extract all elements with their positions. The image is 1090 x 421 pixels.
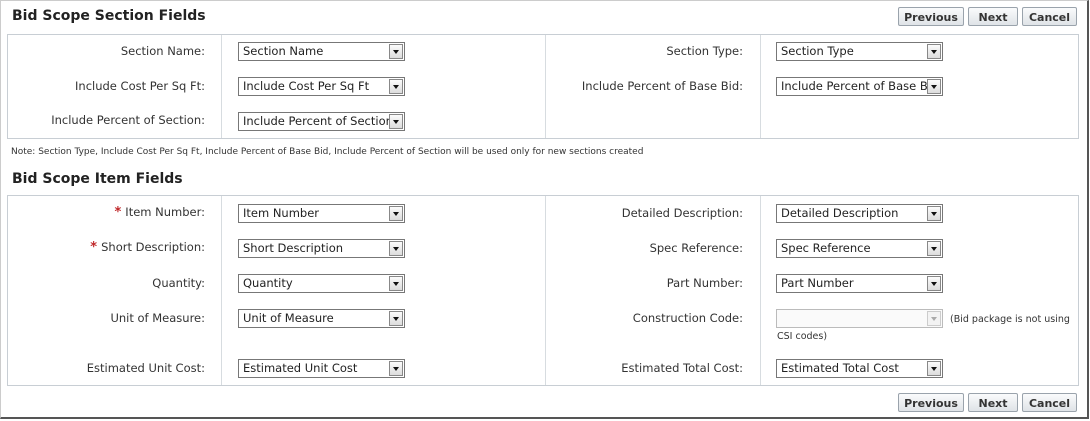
- section-name-select[interactable]: Section Name: [238, 42, 405, 61]
- quantity-label: Quantity:: [152, 276, 205, 290]
- required-marker: *: [114, 205, 122, 220]
- section-fields-note: Note: Section Type, Include Cost Per Sq …: [11, 147, 644, 157]
- chevron-down-icon[interactable]: [389, 311, 403, 326]
- label-text: Short Description:: [101, 240, 205, 254]
- select-value: Section Name: [243, 44, 324, 58]
- divider: [545, 196, 546, 385]
- chevron-down-icon[interactable]: [927, 241, 941, 256]
- select-value: Unit of Measure: [243, 311, 334, 325]
- construction-code-hint-line1: (Bid package is not using: [950, 314, 1070, 325]
- estimated-unit-cost-select[interactable]: Estimated Unit Cost: [238, 359, 405, 378]
- item-number-label: * Item Number:: [114, 205, 205, 220]
- chevron-down-icon[interactable]: [389, 114, 403, 129]
- include-percent-of-section-label: Include Percent of Section:: [51, 113, 205, 127]
- part-number-label: Part Number:: [666, 276, 743, 290]
- construction-code-select: [776, 309, 943, 328]
- chevron-down-icon[interactable]: [927, 44, 941, 59]
- divider: [545, 35, 546, 138]
- section-type-label: Section Type:: [666, 44, 743, 58]
- chevron-down-icon[interactable]: [389, 276, 403, 291]
- cancel-button-bottom[interactable]: Cancel: [1022, 393, 1077, 412]
- section-fields-title: Bid Scope Section Fields: [12, 8, 206, 24]
- select-value: Estimated Unit Cost: [243, 361, 358, 375]
- chevron-down-icon[interactable]: [927, 79, 941, 94]
- detailed-description-select[interactable]: Detailed Description: [776, 204, 943, 223]
- chevron-down-icon[interactable]: [927, 206, 941, 221]
- item-fields-title: Bid Scope Item Fields: [12, 171, 183, 187]
- short-description-label: * Short Description:: [90, 240, 205, 255]
- select-value: Include Percent of Base Bid: [781, 79, 939, 93]
- unit-of-measure-label: Unit of Measure:: [110, 311, 205, 325]
- select-value: Item Number: [243, 206, 320, 220]
- divider: [221, 196, 222, 385]
- required-marker: *: [90, 240, 98, 255]
- chevron-down-icon: [927, 311, 941, 326]
- label-text: Item Number:: [125, 205, 205, 219]
- estimated-total-cost-select[interactable]: Estimated Total Cost: [776, 359, 943, 378]
- include-cost-per-sq-ft-label: Include Cost Per Sq Ft:: [75, 79, 205, 93]
- include-cost-per-sq-ft-select[interactable]: Include Cost Per Sq Ft: [238, 77, 405, 96]
- select-value: Include Cost Per Sq Ft: [243, 79, 370, 93]
- divider: [221, 35, 222, 138]
- divider: [760, 35, 761, 138]
- spec-reference-label: Spec Reference:: [649, 241, 743, 255]
- part-number-select[interactable]: Part Number: [776, 274, 943, 293]
- estimated-unit-cost-label: Estimated Unit Cost:: [86, 361, 205, 375]
- chevron-down-icon[interactable]: [389, 361, 403, 376]
- unit-of-measure-select[interactable]: Unit of Measure: [238, 309, 405, 328]
- select-value: Detailed Description: [781, 206, 899, 220]
- quantity-select[interactable]: Quantity: [238, 274, 405, 293]
- include-percent-of-base-bid-label: Include Percent of Base Bid:: [581, 79, 743, 93]
- section-name-label: Section Name:: [120, 44, 205, 58]
- previous-button-bottom[interactable]: Previous: [898, 393, 964, 412]
- construction-code-hint-line2: CSI codes): [777, 331, 828, 342]
- divider: [760, 196, 761, 385]
- cancel-button-top[interactable]: Cancel: [1022, 7, 1077, 26]
- chevron-down-icon[interactable]: [389, 79, 403, 94]
- construction-code-label: Construction Code:: [632, 311, 743, 325]
- next-button-top[interactable]: Next: [968, 7, 1018, 26]
- chevron-down-icon[interactable]: [389, 241, 403, 256]
- select-value: Section Type: [781, 44, 854, 58]
- select-value: Estimated Total Cost: [781, 361, 899, 375]
- chevron-down-icon[interactable]: [927, 276, 941, 291]
- detailed-description-label: Detailed Description:: [621, 206, 743, 220]
- estimated-total-cost-label: Estimated Total Cost:: [621, 361, 743, 375]
- select-value: Part Number: [781, 276, 854, 290]
- previous-button-top[interactable]: Previous: [898, 7, 964, 26]
- section-type-select[interactable]: Section Type: [776, 42, 943, 61]
- chevron-down-icon[interactable]: [927, 361, 941, 376]
- spec-reference-select[interactable]: Spec Reference: [776, 239, 943, 258]
- select-value: Quantity: [243, 276, 293, 290]
- select-value: Spec Reference: [781, 241, 871, 255]
- chevron-down-icon[interactable]: [389, 44, 403, 59]
- item-number-select[interactable]: Item Number: [238, 204, 405, 223]
- select-value: Short Description: [243, 241, 344, 255]
- select-value: Include Percent of Section: [243, 114, 393, 128]
- next-button-bottom[interactable]: Next: [968, 393, 1018, 412]
- include-percent-of-base-bid-select[interactable]: Include Percent of Base Bid: [776, 77, 943, 96]
- short-description-select[interactable]: Short Description: [238, 239, 405, 258]
- include-percent-of-section-select[interactable]: Include Percent of Section: [238, 112, 405, 131]
- chevron-down-icon[interactable]: [389, 206, 403, 221]
